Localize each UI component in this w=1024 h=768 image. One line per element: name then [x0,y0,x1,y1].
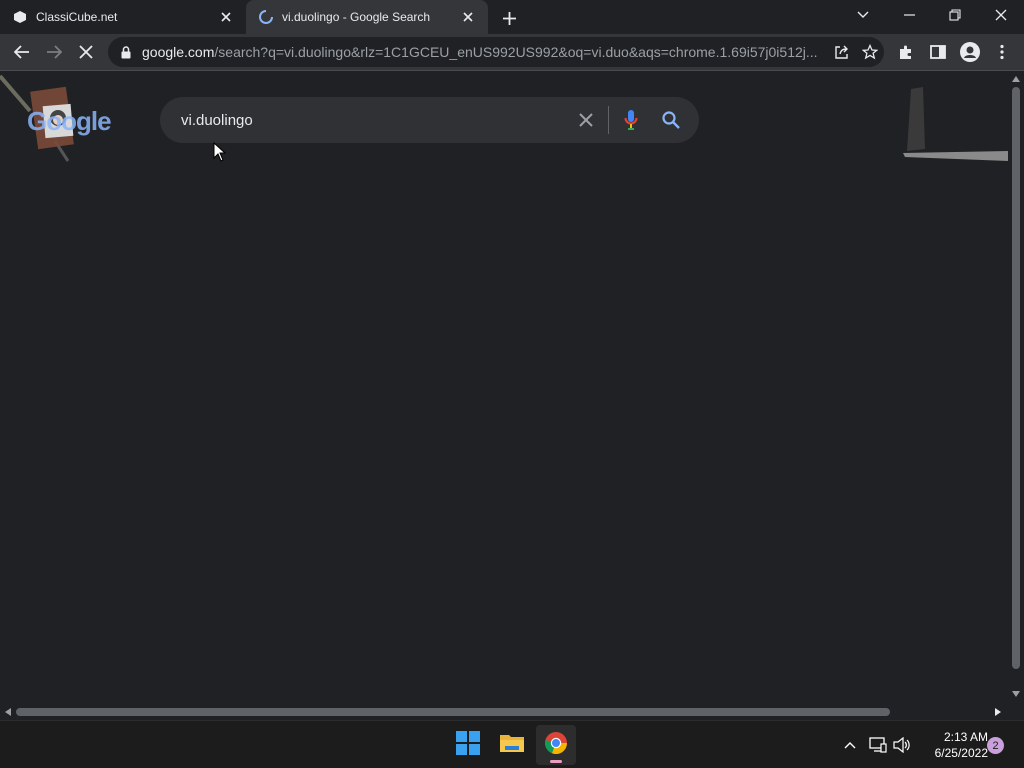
tab-classicube[interactable]: ClassiCube.net [0,0,246,34]
scroll-right-arrow-icon[interactable] [992,706,1004,718]
chrome-taskbar-button[interactable] [536,725,576,765]
scroll-left-arrow-icon[interactable] [2,706,14,718]
side-panel-icon[interactable] [924,38,952,66]
clock-time: 2:13 AM [943,730,988,744]
clock-date: 6/25/2022 [934,746,988,760]
page-content: Google vi.duolingo [0,71,1008,704]
close-tab-icon[interactable] [460,9,476,25]
back-button[interactable] [8,38,36,66]
close-tab-icon[interactable] [218,9,234,25]
loading-spinner-icon [258,9,274,25]
profile-avatar-icon[interactable] [956,38,984,66]
folder-icon [499,732,525,759]
forward-button[interactable] [40,38,68,66]
chevron-up-icon[interactable] [840,735,860,755]
close-window-button[interactable] [978,0,1024,30]
new-tab-button[interactable] [498,7,520,29]
windows-logo-icon [456,730,480,760]
stop-loading-button[interactable] [72,38,100,66]
clear-search-icon[interactable] [566,100,606,140]
chrome-icon [544,731,568,760]
windows-taskbar: 2:13 AM 6/25/2022 2 [0,720,1024,768]
volume-icon[interactable] [892,735,912,755]
scroll-down-arrow-icon[interactable] [1010,688,1022,700]
minimize-button[interactable] [886,0,932,30]
notification-badge[interactable]: 2 [987,737,1004,754]
search-box[interactable]: vi.duolingo [160,97,699,143]
mouse-cursor-icon [213,141,227,162]
tab-google-search[interactable]: vi.duolingo - Google Search [246,0,488,34]
search-divider [608,106,609,134]
horizontal-scroll-thumb[interactable] [16,708,890,716]
classicube-icon [12,9,28,25]
doodle-decoration [903,87,1008,167]
url-text: google.com/search?q=vi.duolingo&rlz=1C1G… [142,44,818,60]
vertical-scrollbar[interactable] [1008,71,1024,704]
restore-button[interactable] [932,0,978,30]
share-icon[interactable] [828,38,856,66]
extensions-icon[interactable] [892,38,920,66]
system-clock[interactable]: 2:13 AM 6/25/2022 [916,729,988,761]
tab-search-button[interactable] [840,0,886,30]
voice-search-mic-icon[interactable] [611,100,651,140]
scrollbar-corner [1008,704,1024,720]
network-icon[interactable] [868,735,888,755]
vertical-scroll-thumb[interactable] [1012,87,1020,669]
browser-toolbar: google.com/search?q=vi.duolingo&rlz=1C1G… [0,34,1024,71]
bookmark-star-icon[interactable] [856,38,884,66]
doodle-logo-text: Google [27,106,112,136]
tab-strip: ClassiCube.net vi.duolingo - Google Sear… [0,0,1024,34]
tab-title: vi.duolingo - Google Search [282,10,431,24]
tab-title: ClassiCube.net [36,10,118,24]
menu-kebab-icon[interactable] [988,38,1016,66]
search-input[interactable]: vi.duolingo [160,112,566,129]
start-button[interactable] [448,725,488,765]
google-doodle-logo[interactable]: Google [0,71,130,171]
search-submit-icon[interactable] [651,100,691,140]
lock-icon[interactable] [118,44,134,60]
file-explorer-button[interactable] [492,725,532,765]
horizontal-scrollbar[interactable] [0,704,1008,720]
scroll-up-arrow-icon[interactable] [1010,73,1022,85]
address-bar[interactable]: google.com/search?q=vi.duolingo&rlz=1C1G… [108,37,884,67]
